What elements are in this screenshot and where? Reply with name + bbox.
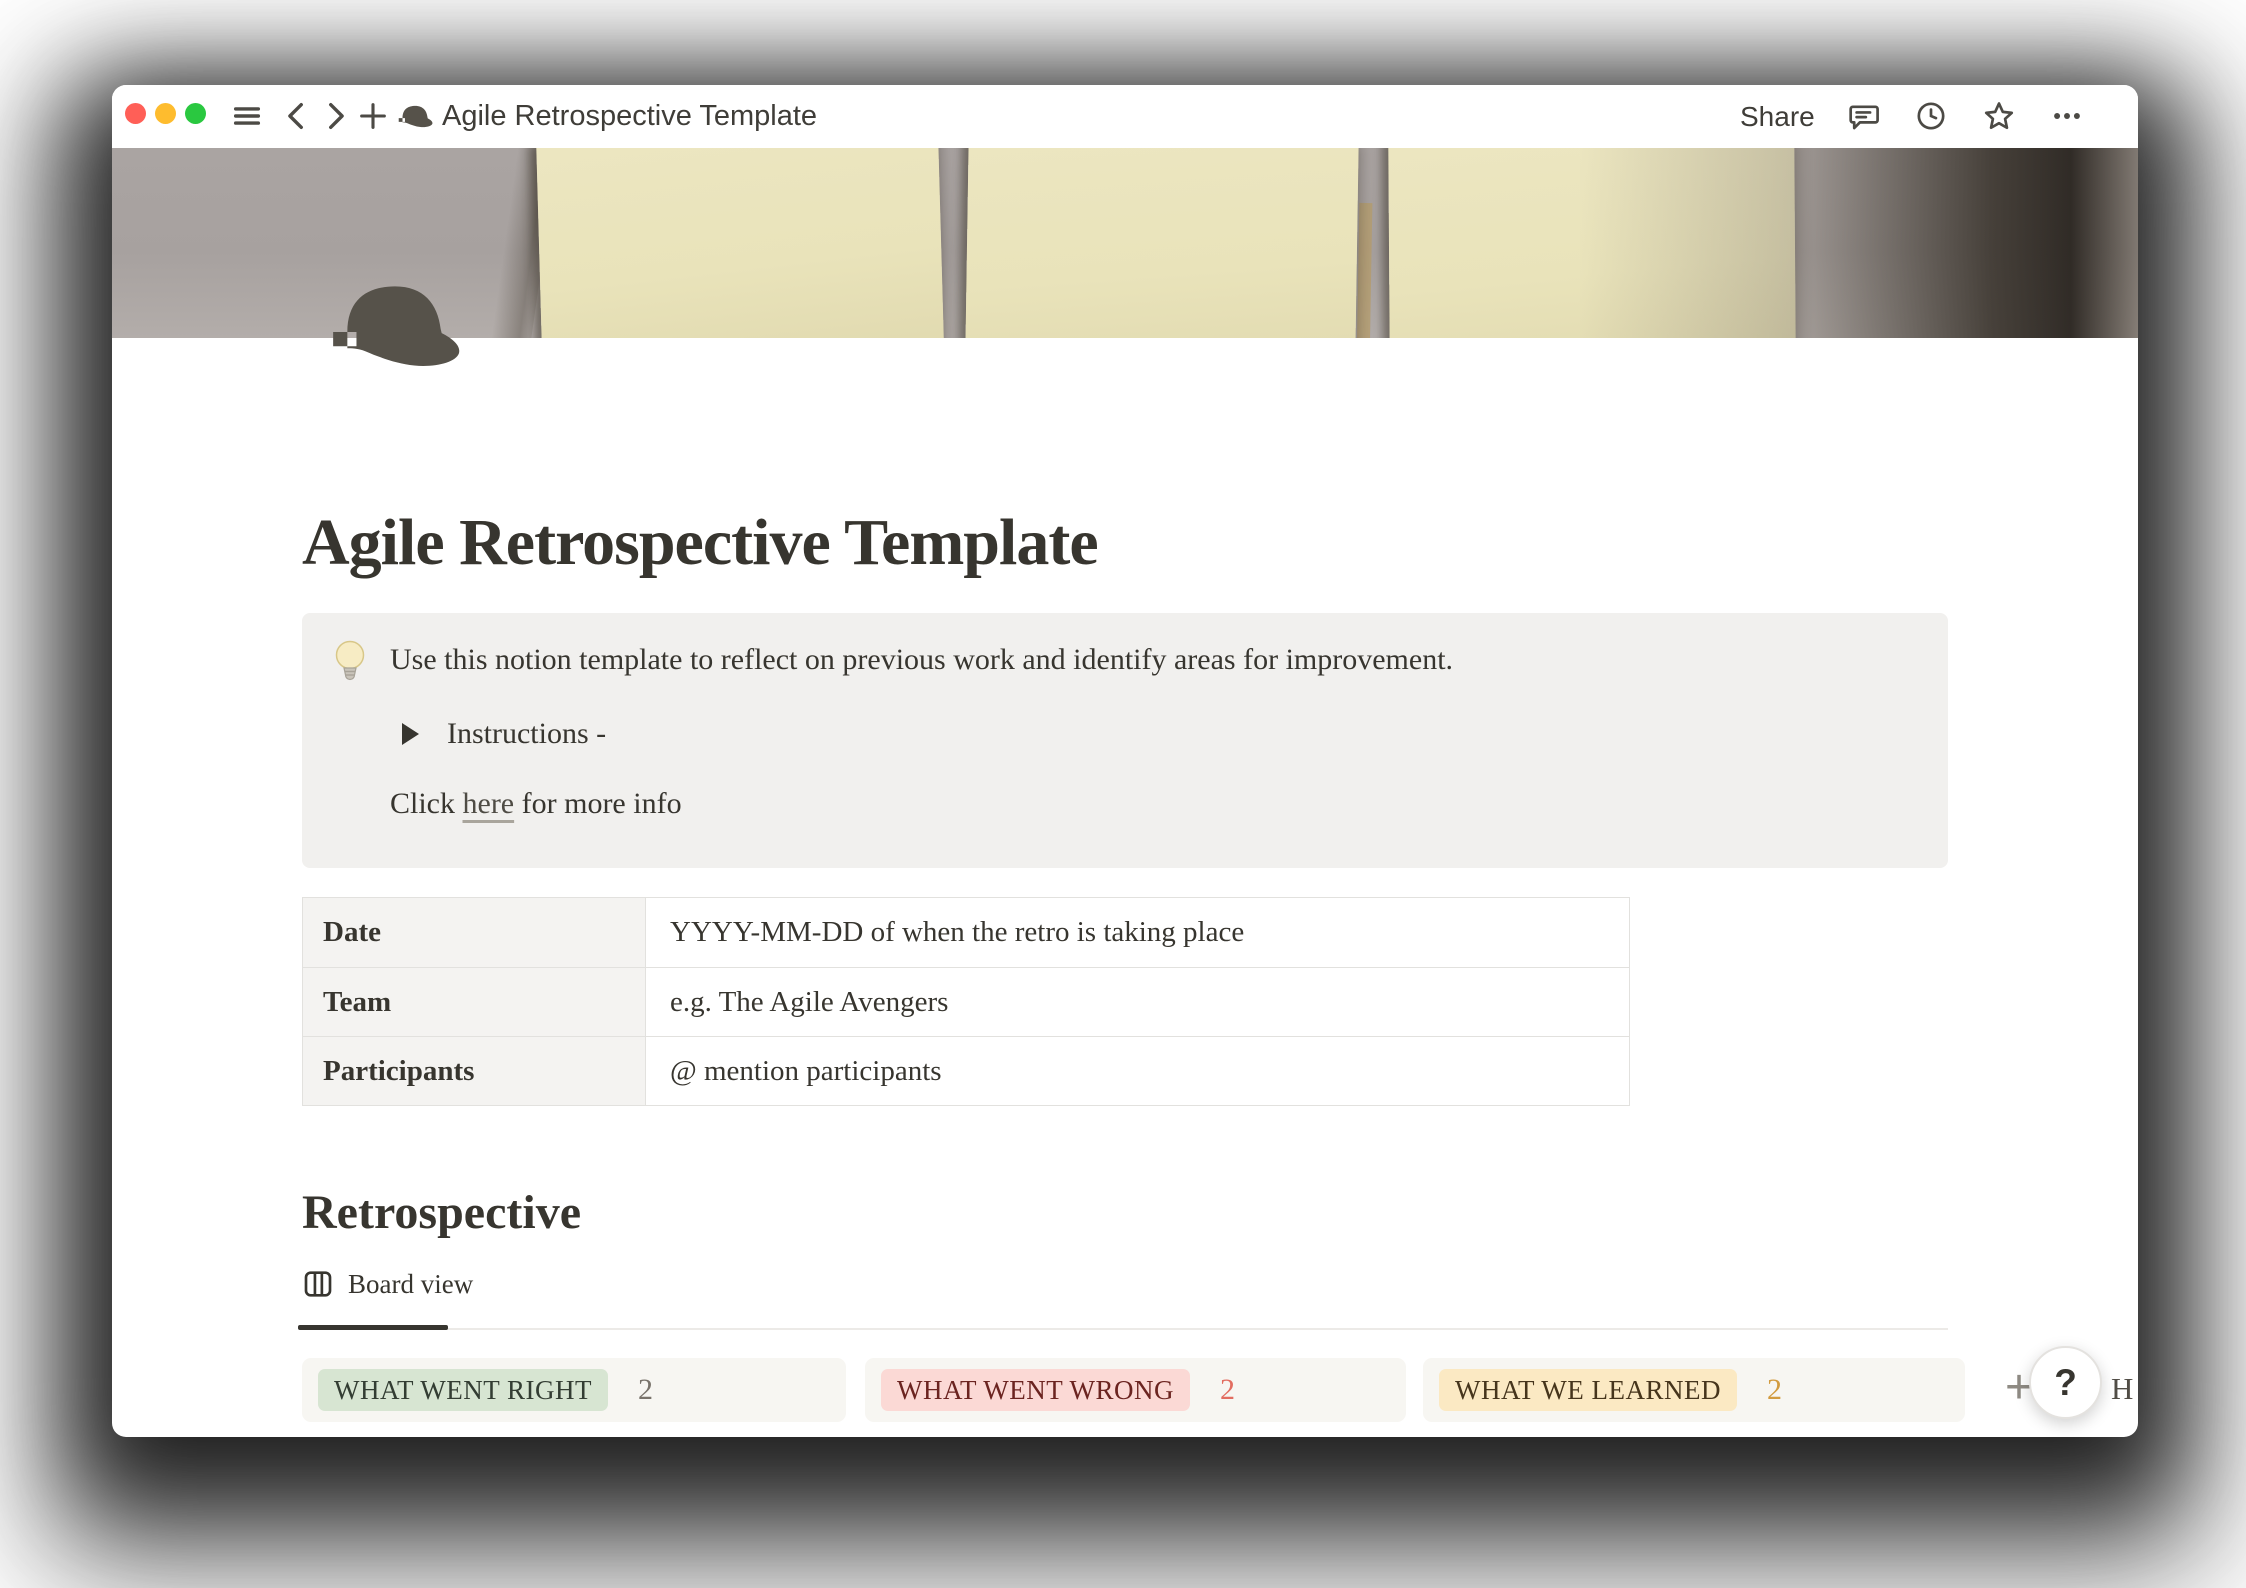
board-column-what-went-wrong: WHAT WENT WRONG 2 <box>865 1358 1406 1422</box>
callout-block: Use this notion template to reflect on p… <box>302 613 1948 868</box>
callout-link-line[interactable]: Click here for more info <box>390 787 682 821</box>
minimize-window-button[interactable] <box>155 103 176 124</box>
page-title[interactable]: Agile Retrospective Template <box>302 505 1098 581</box>
board-column-what-we-learned: WHAT WE LEARNED 2 <box>1423 1358 1965 1422</box>
notion-window: Agile Retrospective Template Share <box>112 85 2138 1437</box>
section-heading[interactable]: Retrospective <box>302 1185 581 1240</box>
table-row: Date YYYY-MM-DD of when the retro is tak… <box>303 898 1629 967</box>
breadcrumb-page-title[interactable]: Agile Retrospective Template <box>442 85 817 148</box>
zoom-window-button[interactable] <box>185 103 206 124</box>
column-header-pill[interactable]: WHAT WENT RIGHT <box>318 1369 608 1411</box>
more-options-ellipsis-icon[interactable] <box>2050 99 2084 133</box>
updates-clock-icon[interactable] <box>1914 99 1948 133</box>
column-count: 2 <box>1767 1373 1782 1407</box>
active-tab-underline <box>298 1325 448 1330</box>
table-row: Team e.g. The Agile Avengers <box>303 967 1629 1036</box>
lightbulb-icon <box>330 639 370 687</box>
table-label-team[interactable]: Team <box>303 968 646 1036</box>
column-count: 2 <box>638 1373 653 1407</box>
sticky-note <box>965 148 1359 338</box>
instructions-toggle[interactable]: Instructions - <box>402 717 606 751</box>
page-icon-cap[interactable] <box>323 281 465 375</box>
table-row: Participants @ mention participants <box>303 1036 1629 1105</box>
help-button[interactable]: ? <box>2029 1346 2102 1419</box>
cover-shadow-edge <box>1578 148 2138 338</box>
column-header-pill[interactable]: WHAT WE LEARNED <box>1439 1369 1737 1411</box>
favorite-star-icon[interactable] <box>1982 99 2016 133</box>
tab-board-view[interactable]: Board view <box>302 1268 473 1300</box>
sidebar-menu-icon[interactable] <box>230 99 264 133</box>
close-window-button[interactable] <box>125 103 146 124</box>
clipped-column-text: H <box>2111 1358 2133 1422</box>
sticky-note <box>536 148 944 338</box>
back-chevron-icon[interactable] <box>280 99 314 133</box>
board-view-icon <box>302 1268 334 1300</box>
table-label-date[interactable]: Date <box>303 898 646 967</box>
link-suffix: for more info <box>514 787 681 820</box>
table-value-date[interactable]: YYYY-MM-DD of when the retro is taking p… <box>646 898 1629 967</box>
column-count: 2 <box>1220 1373 1235 1407</box>
toggle-label[interactable]: Instructions - <box>447 717 606 751</box>
breadcrumb-cap-icon <box>396 104 434 130</box>
table-value-participants[interactable]: @ mention participants <box>646 1037 1629 1105</box>
callout-text[interactable]: Use this notion template to reflect on p… <box>390 643 1453 677</box>
view-divider <box>302 1328 1948 1330</box>
share-button[interactable]: Share <box>1740 85 1815 148</box>
cover-detail <box>1357 203 1373 338</box>
board-column-what-went-right: WHAT WENT RIGHT 2 <box>302 1358 846 1422</box>
forward-chevron-icon[interactable] <box>318 99 352 133</box>
titlebar: Agile Retrospective Template Share <box>112 85 2138 148</box>
table-label-participants[interactable]: Participants <box>303 1037 646 1105</box>
new-page-plus-icon[interactable] <box>356 99 390 133</box>
column-header-pill[interactable]: WHAT WENT WRONG <box>881 1369 1190 1411</box>
board-view-label: Board view <box>348 1269 473 1300</box>
link-prefix: Click <box>390 787 463 820</box>
properties-table: Date YYYY-MM-DD of when the retro is tak… <box>302 897 1630 1106</box>
comments-icon[interactable] <box>1846 99 1880 133</box>
here-link[interactable]: here <box>463 787 515 820</box>
table-value-team[interactable]: e.g. The Agile Avengers <box>646 968 1629 1036</box>
toggle-triangle-icon[interactable] <box>402 723 419 745</box>
desktop-background: Agile Retrospective Template Share <box>0 0 2246 1588</box>
